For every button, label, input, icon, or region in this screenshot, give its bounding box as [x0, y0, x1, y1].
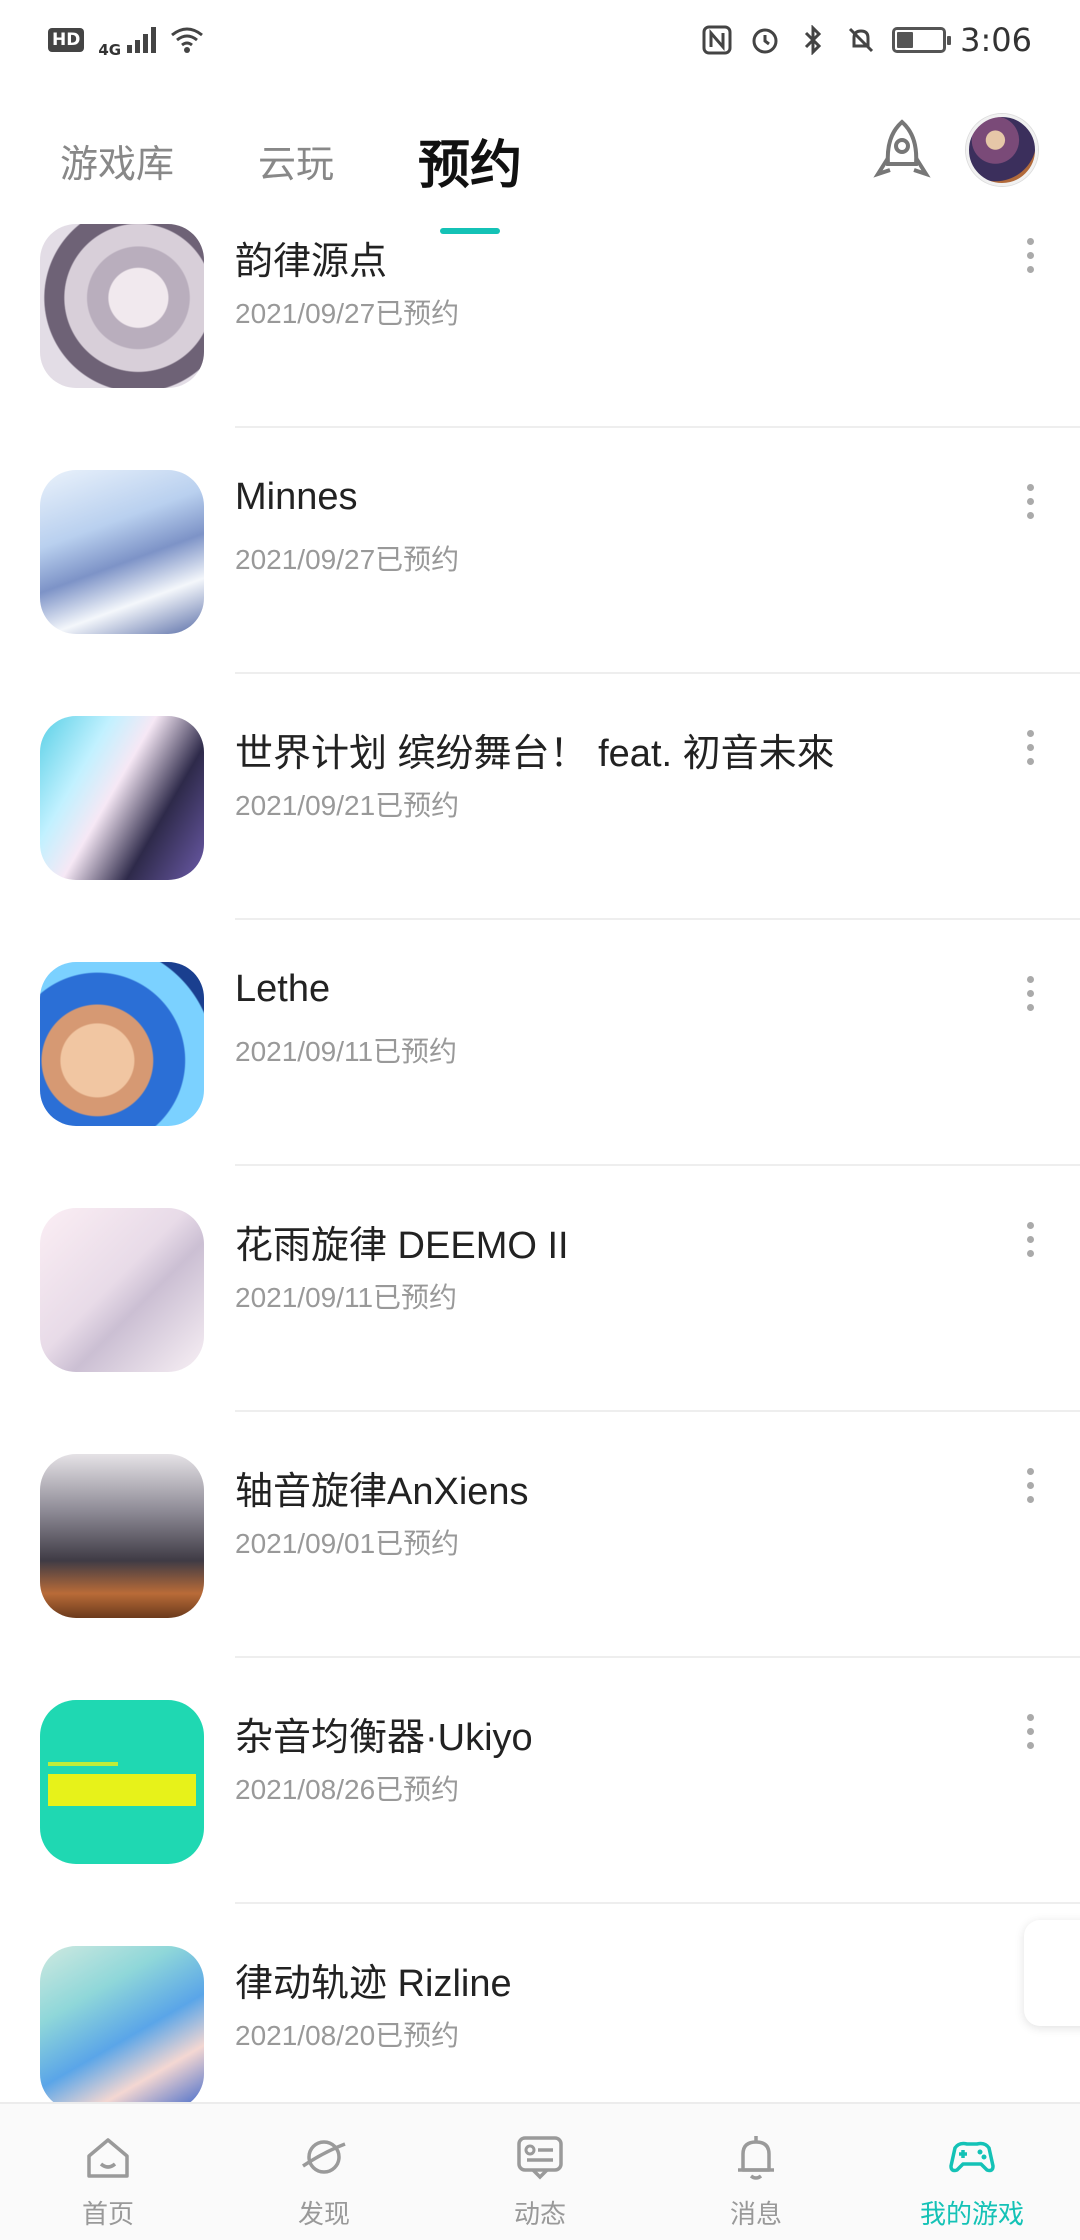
hd-badge: HD: [48, 28, 85, 52]
list-item[interactable]: 韵律源点 2021/09/27已预约: [0, 222, 1080, 468]
more-options-icon[interactable]: [1010, 1460, 1050, 1510]
app-screen: HD 4G 3:06 游戏库 云玩 预约 韵律源点 2021/09/27已预约 …: [0, 0, 1080, 2240]
tab-game-library[interactable]: 游戏库: [60, 133, 174, 188]
game-title: 世界计划 缤纷舞台！ feat. 初音未來: [235, 733, 835, 775]
floating-side-tab[interactable]: [1024, 1920, 1080, 2026]
reserve-date: 2021/08/20已预约: [235, 2020, 460, 2051]
gamepad-icon: [949, 2141, 995, 2173]
nav-discover[interactable]: 发现: [216, 2104, 432, 2240]
more-options-icon[interactable]: [1010, 230, 1050, 280]
divider: [235, 1656, 1080, 1658]
reserve-date: 2021/09/27已预约: [235, 544, 460, 575]
game-title: 韵律源点: [235, 241, 388, 283]
game-title: 花雨旋律 DEEMO II: [235, 1225, 569, 1267]
status-left: HD 4G: [48, 21, 204, 59]
equalizer-bar-art: [48, 1774, 196, 1806]
game-icon: [40, 1700, 204, 1864]
game-title: Lethe: [235, 968, 331, 1010]
nav-feed-label: 动态: [513, 2200, 566, 2230]
equalizer-line-art: [48, 1762, 118, 1766]
game-icon: [40, 1208, 204, 1372]
game-icon: [40, 1946, 204, 2102]
nav-my-games-label: 我的游戏: [919, 2200, 1024, 2230]
status-right: 3:06: [700, 21, 1032, 59]
bluetooth-icon: [796, 23, 830, 57]
game-icon: [40, 470, 204, 634]
nav-home[interactable]: 首页: [0, 2104, 216, 2240]
nav-messages[interactable]: 消息: [648, 2104, 864, 2240]
reserve-date: 2021/09/21已预约: [235, 790, 460, 821]
reserve-date: 2021/09/01已预约: [235, 1528, 460, 1559]
reservation-list: 韵律源点 2021/09/27已预约 Minnes 2021/09/27已预约 …: [0, 222, 1080, 2102]
planet-icon: [302, 2140, 346, 2174]
battery-icon: [892, 27, 952, 53]
list-item[interactable]: 杂音均衡器·Ukiyo 2021/08/26已预约: [0, 1698, 1080, 1944]
game-title: 杂音均衡器·Ukiyo: [235, 1717, 533, 1759]
list-item[interactable]: 律动轨迹 Rizline 2021/08/20已预约: [0, 1944, 1080, 2102]
battery-level: [897, 32, 914, 48]
status-bar: HD 4G 3:06: [0, 0, 1080, 80]
reserve-date: 2021/09/11已预约: [235, 1282, 458, 1313]
divider: [235, 426, 1080, 428]
alarm-icon: [748, 23, 782, 57]
mute-icon: [844, 23, 878, 57]
more-options-icon[interactable]: [1010, 1214, 1050, 1264]
divider: [235, 672, 1080, 674]
game-icon: [40, 716, 204, 880]
divider: [235, 1410, 1080, 1412]
game-icon: [40, 1454, 204, 1618]
divider: [235, 918, 1080, 920]
home-icon: [87, 2138, 129, 2178]
more-options-icon[interactable]: [1010, 722, 1050, 772]
reserve-date: 2021/09/27已预约: [235, 298, 460, 329]
list-item[interactable]: 轴音旋律AnXiens 2021/09/01已预约: [0, 1452, 1080, 1698]
tab-reservations[interactable]: 预约: [418, 123, 523, 234]
more-options-icon[interactable]: [1010, 968, 1050, 1018]
avatar[interactable]: [966, 114, 1038, 186]
reserve-date: 2021/09/11已预约: [235, 1036, 458, 1067]
reserve-date: 2021/08/26已预约: [235, 1774, 460, 1805]
bottom-nav: 首页 发现 动态 消息 我的游戏: [0, 2102, 1080, 2240]
wifi-icon: [170, 23, 204, 57]
network-type: 4G: [98, 41, 122, 59]
list-item[interactable]: Lethe 2021/09/11已预约: [0, 960, 1080, 1206]
game-icon: [40, 962, 204, 1126]
tab-cloud-play[interactable]: 云玩: [258, 133, 334, 188]
signal-icon: [127, 27, 157, 53]
game-title: Minnes: [235, 476, 358, 518]
game-title: 轴音旋律AnXiens: [235, 1471, 529, 1513]
nav-feed[interactable]: 动态: [432, 2104, 648, 2240]
game-icon: [40, 224, 204, 388]
nav-my-games[interactable]: 我的游戏: [864, 2104, 1080, 2240]
divider: [235, 1164, 1080, 1166]
bell-icon: [738, 2136, 774, 2180]
nfc-icon: [700, 23, 734, 57]
divider: [235, 1902, 1080, 1904]
list-item[interactable]: 世界计划 缤纷舞台！ feat. 初音未來 2021/09/21已预约: [0, 714, 1080, 960]
clock: 3:06: [960, 21, 1032, 59]
more-options-icon[interactable]: [1010, 476, 1050, 526]
list-item[interactable]: Minnes 2021/09/27已预约: [0, 468, 1080, 714]
nav-home-label: 首页: [81, 2200, 134, 2230]
tab-reservations-label: 预约: [418, 135, 523, 196]
nav-discover-label: 发现: [297, 2200, 350, 2230]
rocket-icon[interactable]: [870, 118, 934, 192]
game-title: 律动轨迹 Rizline: [235, 1963, 512, 2005]
list-item[interactable]: 花雨旋律 DEEMO II 2021/09/11已预约: [0, 1206, 1080, 1452]
message-card-icon: [517, 2136, 563, 2180]
more-options-icon[interactable]: [1010, 1706, 1050, 1756]
nav-messages-label: 消息: [729, 2200, 782, 2230]
